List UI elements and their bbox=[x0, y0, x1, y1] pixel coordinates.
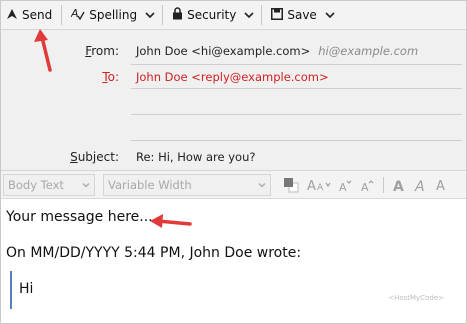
message-body[interactable]: Your message here... On MM/DD/YYYY 5:44 … bbox=[1, 199, 466, 323]
paragraph-style-value: Body Text bbox=[8, 177, 64, 192]
svg-text:A: A bbox=[414, 179, 425, 192]
chevron-down-icon bbox=[325, 12, 335, 19]
from-identity-alt: hi@example.com bbox=[318, 44, 419, 58]
from-field[interactable]: John Doe <hi@example.com> hi@example.com bbox=[136, 44, 418, 58]
lock-icon bbox=[172, 7, 183, 23]
svg-text:A: A bbox=[71, 7, 79, 20]
save-dropdown[interactable] bbox=[322, 1, 338, 29]
compose-window: Send A Spelling Security Save From: John… bbox=[0, 0, 467, 324]
subject-value: Re: Hi, How are you? bbox=[136, 150, 256, 164]
text-color-icon[interactable] bbox=[283, 175, 299, 195]
message-text: Your message here... bbox=[6, 209, 153, 225]
toolbar-divider bbox=[61, 5, 63, 25]
font-size-icon[interactable]: AA bbox=[307, 175, 331, 195]
font-select[interactable]: Variable Width bbox=[103, 173, 271, 196]
security-label: Security bbox=[187, 8, 237, 22]
svg-text:A: A bbox=[361, 181, 369, 192]
send-label: Send bbox=[22, 8, 53, 22]
format-toolbar: Body Text Variable Width AA A A A A A bbox=[1, 171, 466, 199]
from-value: John Doe <hi@example.com> bbox=[136, 44, 311, 58]
save-button[interactable]: Save bbox=[266, 1, 321, 29]
quoted-text: Hi bbox=[19, 281, 34, 297]
underline-icon[interactable]: A bbox=[436, 175, 448, 195]
send-button[interactable]: Send bbox=[1, 1, 57, 29]
toolbar-divider bbox=[162, 5, 164, 25]
decrease-font-icon[interactable]: A bbox=[339, 175, 353, 195]
spellcheck-icon: A bbox=[70, 7, 85, 23]
reply-attribution: On MM/DD/YYYY 5:44 PM, John Doe wrote: bbox=[6, 245, 302, 261]
to-value: John Doe <reply@example.com> bbox=[136, 70, 329, 84]
paragraph-style-select[interactable]: Body Text bbox=[3, 173, 95, 196]
svg-text:A: A bbox=[436, 179, 445, 192]
message-header: From: John Doe <hi@example.com> hi@exampl… bbox=[1, 30, 466, 171]
from-label: From: bbox=[85, 44, 119, 58]
recipient-row-empty[interactable] bbox=[131, 114, 462, 115]
toolbar-divider bbox=[383, 176, 384, 193]
quote-bar bbox=[10, 271, 12, 309]
spelling-button[interactable]: A Spelling bbox=[66, 1, 142, 29]
watermark: <HostMyCode> bbox=[388, 294, 444, 302]
italic-icon[interactable]: A bbox=[414, 175, 428, 195]
bold-icon[interactable]: A bbox=[392, 175, 406, 195]
recipient-row-empty[interactable] bbox=[131, 140, 462, 141]
send-icon bbox=[6, 8, 18, 23]
chevron-down-icon bbox=[244, 12, 254, 19]
svg-text:A: A bbox=[339, 181, 347, 192]
chevron-down-icon bbox=[145, 12, 155, 19]
security-dropdown[interactable] bbox=[241, 1, 257, 29]
font-value: Variable Width bbox=[108, 177, 192, 192]
subject-label: Subject: bbox=[70, 150, 119, 164]
svg-text:A: A bbox=[317, 183, 324, 192]
svg-text:A: A bbox=[393, 179, 404, 192]
svg-text:A: A bbox=[307, 179, 316, 192]
increase-font-icon[interactable]: A bbox=[361, 175, 375, 195]
compose-toolbar: Send A Spelling Security Save bbox=[1, 1, 466, 30]
to-label: To: bbox=[102, 70, 119, 84]
subject-field[interactable]: Re: Hi, How are you? bbox=[136, 150, 255, 164]
to-field[interactable]: John Doe <reply@example.com> bbox=[136, 70, 329, 84]
save-label: Save bbox=[287, 8, 317, 22]
save-icon bbox=[271, 7, 284, 23]
field-divider bbox=[131, 88, 462, 89]
spelling-dropdown[interactable] bbox=[142, 1, 158, 29]
security-button[interactable]: Security bbox=[167, 1, 241, 29]
spelling-label: Spelling bbox=[89, 8, 138, 22]
field-divider bbox=[131, 64, 462, 65]
chevron-down-icon bbox=[82, 178, 90, 192]
chevron-down-icon bbox=[258, 178, 266, 192]
toolbar-divider bbox=[261, 5, 263, 25]
